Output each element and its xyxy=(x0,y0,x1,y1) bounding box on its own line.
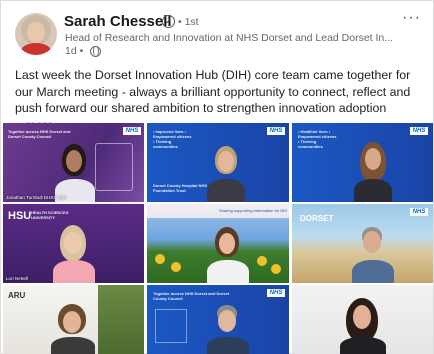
participant xyxy=(338,295,388,354)
video-call-image[interactable]: Together across NHS Dorset and Dorset Co… xyxy=(3,123,433,354)
participant xyxy=(51,222,97,283)
participant-tile: DORSET NHS xyxy=(292,204,433,283)
slide-banner: Sharing supporting information for DIH xyxy=(219,208,288,213)
participant-tile: Together across NHS Dorset and Dorset Co… xyxy=(3,123,144,202)
participant-name-label: Lori Nettell xyxy=(6,276,28,281)
connection-degree: • 1st xyxy=(178,16,199,28)
globe-icon xyxy=(90,46,101,57)
participant-name-label: Jonathan Turnbull DHSC DIH xyxy=(6,195,67,200)
nhs-logo: NHS xyxy=(123,127,141,135)
participant-tile: ARU xyxy=(3,285,144,354)
linkedin-post: Sarah Chessell ✓ • 1st ··· Head of Resea… xyxy=(0,0,434,354)
hsu-logo: HSU xyxy=(8,210,32,222)
participant xyxy=(205,224,251,283)
participant xyxy=(352,139,394,202)
verified-shield-icon: ✓ xyxy=(162,15,175,28)
participant xyxy=(350,222,396,283)
post-text: Last week the Dorset Innovation Hub (DIH… xyxy=(15,68,411,115)
author-headline: Head of Research and Innovation at NHS D… xyxy=(65,32,394,44)
aru-logo: ARU xyxy=(8,291,26,300)
participant xyxy=(205,301,251,354)
nhs-logo: NHS xyxy=(410,127,428,135)
participant-tile: • Improved lives • Empowered citizens • … xyxy=(147,123,289,202)
participant-tile: Sharing supporting information for DIH xyxy=(147,204,289,283)
participant-tile: • Healthier lives • Empowered citizens •… xyxy=(292,123,433,202)
participant-tile: Together across NHS Dorset and Dorset Co… xyxy=(147,285,289,354)
nhs-logo: NHS xyxy=(267,289,285,297)
more-options-button[interactable]: ··· xyxy=(402,9,421,27)
nhs-logo: NHS xyxy=(267,127,285,135)
participant-tile: HSU HEALTH SCIENCES UNIVERSITY Lori Nett… xyxy=(3,204,144,283)
post-timestamp: 1d • xyxy=(65,45,84,57)
participant-tile xyxy=(292,285,433,354)
dorset-logo: DORSET xyxy=(300,214,334,223)
author-avatar[interactable] xyxy=(15,13,57,55)
participant xyxy=(205,141,247,202)
nhs-logo: NHS xyxy=(410,208,428,216)
participant xyxy=(49,301,97,354)
participant xyxy=(53,141,99,202)
author-name[interactable]: Sarah Chessell xyxy=(64,13,172,30)
